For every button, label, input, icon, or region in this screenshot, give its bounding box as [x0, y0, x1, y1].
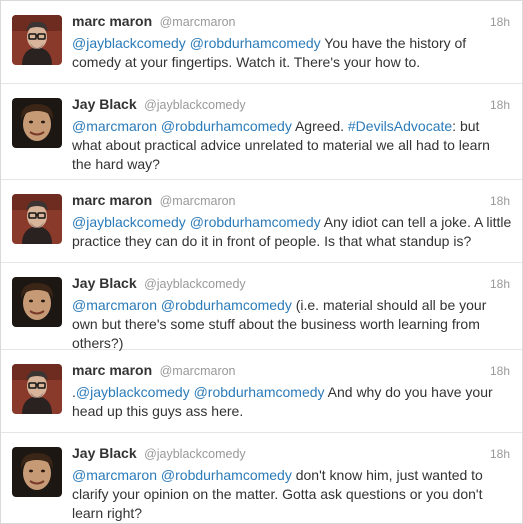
tweet-item[interactable]: marc maron @marcmaron 18h .@jayblackcome… [1, 350, 522, 433]
tweet-item[interactable]: Jay Black @jayblackcomedy 18h @marcmaron… [1, 263, 522, 353]
tweet-timestamp[interactable]: 18h [490, 364, 510, 378]
tweet-header: marc maron @marcmaron 18h [72, 13, 510, 33]
tweet-header: Jay Black @jayblackcomedy 18h [72, 275, 510, 295]
author-handle[interactable]: @jayblackcomedy [144, 277, 246, 291]
tweet-header: marc maron @marcmaron 18h [72, 362, 510, 382]
author-name[interactable]: Jay Black [72, 275, 137, 291]
tweet-timestamp[interactable]: 18h [490, 98, 510, 112]
author-handle[interactable]: @marcmaron [160, 364, 236, 378]
tweet-timestamp[interactable]: 18h [490, 15, 510, 29]
tweet-stream: marc maron @marcmaron 18h @jayblackcomed… [0, 0, 523, 524]
tweet-item[interactable]: Jay Black @jayblackcomedy 18h @marcmaron… [1, 84, 522, 180]
author-name[interactable]: Jay Black [72, 96, 137, 112]
mention-link[interactable]: @marcmaron [72, 467, 157, 483]
mention-link[interactable]: @robdurhamcomedy [194, 384, 325, 400]
tweet-item[interactable]: Jay Black @jayblackcomedy 18h @marcmaron… [1, 433, 522, 523]
author-name[interactable]: Jay Black [72, 445, 137, 461]
mention-link[interactable]: @jayblackcomedy [72, 35, 186, 51]
author-handle[interactable]: @marcmaron [160, 15, 236, 29]
mention-link[interactable]: @robdurhamcomedy [190, 35, 321, 51]
tweet-text: @marcmaron @robdurhamcomedy Agreed. #Dev… [72, 117, 512, 174]
marc-maron-avatar[interactable] [12, 364, 62, 414]
author-handle[interactable]: @jayblackcomedy [144, 98, 246, 112]
tweet-timestamp[interactable]: 18h [490, 194, 510, 208]
author-name[interactable]: marc maron [72, 362, 152, 378]
tweet-text: @jayblackcomedy @robdurhamcomedy You hav… [72, 34, 512, 72]
tweet-text: @jayblackcomedy @robdurhamcomedy Any idi… [72, 213, 512, 251]
mention-link[interactable]: @marcmaron [72, 118, 157, 134]
tweet-timestamp[interactable]: 18h [490, 277, 510, 291]
author-name[interactable]: marc maron [72, 13, 152, 29]
author-handle[interactable]: @jayblackcomedy [144, 447, 246, 461]
tweet-header: Jay Black @jayblackcomedy 18h [72, 96, 510, 116]
mention-link[interactable]: @robdurhamcomedy [161, 118, 292, 134]
hashtag-link[interactable]: #DevilsAdvocate [348, 118, 452, 134]
marc-maron-avatar[interactable] [12, 15, 62, 65]
mention-link[interactable]: @jayblackcomedy [76, 384, 190, 400]
jay-black-avatar[interactable] [12, 277, 62, 327]
jay-black-avatar[interactable] [12, 98, 62, 148]
marc-maron-avatar[interactable] [12, 194, 62, 244]
tweet-header: Jay Black @jayblackcomedy 18h [72, 445, 510, 465]
mention-link[interactable]: @robdurhamcomedy [190, 214, 321, 230]
author-handle[interactable]: @marcmaron [160, 194, 236, 208]
tweet-item[interactable]: marc maron @marcmaron 18h @jayblackcomed… [1, 180, 522, 263]
tweet-text: @marcmaron @robdurhamcomedy (i.e. materi… [72, 296, 512, 353]
mention-link[interactable]: @robdurhamcomedy [161, 297, 292, 313]
mention-link[interactable]: @jayblackcomedy [72, 214, 186, 230]
tweet-timestamp[interactable]: 18h [490, 447, 510, 461]
tweet-item[interactable]: marc maron @marcmaron 18h @jayblackcomed… [1, 1, 522, 84]
mention-link[interactable]: @robdurhamcomedy [161, 467, 292, 483]
tweet-text: @marcmaron @robdurhamcomedy don't know h… [72, 466, 512, 523]
author-name[interactable]: marc maron [72, 192, 152, 208]
tweet-text: .@jayblackcomedy @robdurhamcomedy And wh… [72, 383, 512, 421]
tweet-text-fragment: Agreed. [291, 118, 348, 134]
tweet-header: marc maron @marcmaron 18h [72, 192, 510, 212]
mention-link[interactable]: @marcmaron [72, 297, 157, 313]
jay-black-avatar[interactable] [12, 447, 62, 497]
